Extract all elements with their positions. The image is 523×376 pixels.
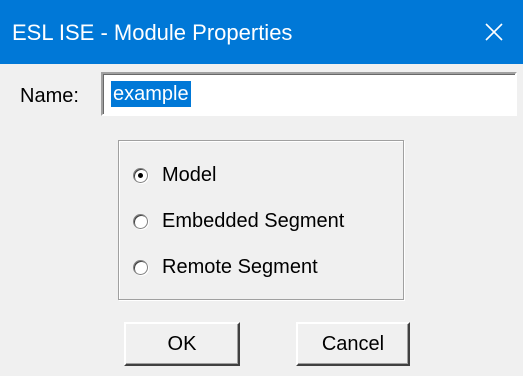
radio-label-model: Model <box>162 164 217 186</box>
radio-label-remote-segment: Remote Segment <box>162 256 318 278</box>
module-properties-dialog: ESL ISE - Module Properties Name: exampl… <box>0 0 523 376</box>
name-label: Name: <box>20 85 79 107</box>
title-bar[interactable]: ESL ISE - Module Properties <box>0 0 523 64</box>
name-input-value: example <box>111 81 191 107</box>
close-icon <box>485 23 503 41</box>
radio-button-remote-segment[interactable] <box>133 259 148 275</box>
radio-model[interactable]: Model <box>133 162 216 188</box>
ok-button[interactable]: OK <box>124 322 240 366</box>
name-input[interactable]: example <box>101 72 517 116</box>
radio-selected-dot <box>138 172 143 178</box>
radio-embedded-segment[interactable]: Embedded Segment <box>133 208 344 234</box>
radio-remote-segment[interactable]: Remote Segment <box>133 254 318 280</box>
radio-label-embedded-segment: Embedded Segment <box>162 210 345 232</box>
module-type-group: Model Embedded Segment Remote Segment <box>118 140 404 300</box>
radio-button-embedded-segment[interactable] <box>133 213 148 229</box>
radio-button-model[interactable] <box>133 167 148 183</box>
close-button[interactable] <box>465 0 523 64</box>
window-title: ESL ISE - Module Properties <box>12 20 293 45</box>
cancel-button[interactable]: Cancel <box>296 322 410 366</box>
